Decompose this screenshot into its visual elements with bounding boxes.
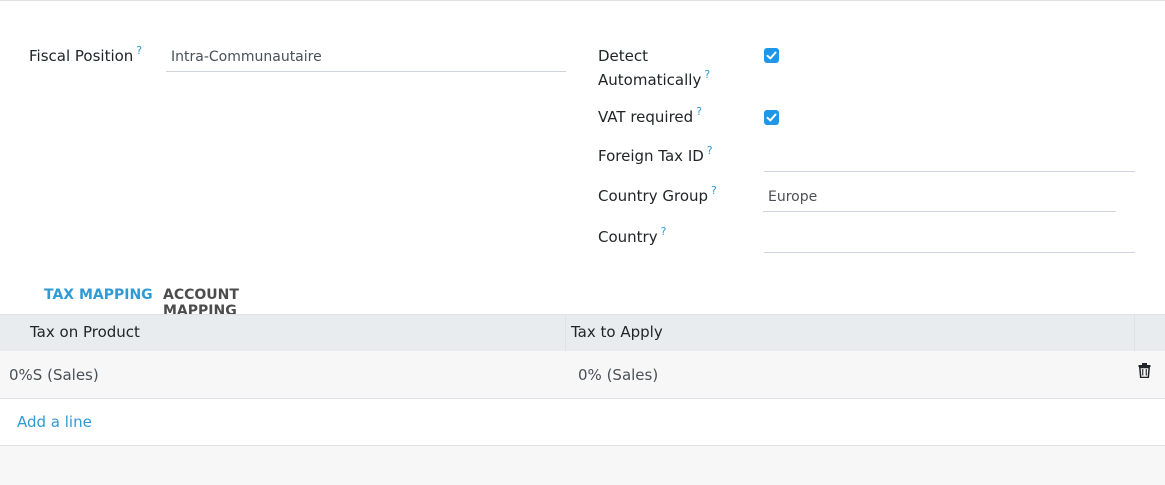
detect-automatically-checkbox[interactable] — [764, 48, 779, 63]
checkmark-icon — [766, 113, 777, 122]
detect-automatically-label: Detect Automatically? — [598, 47, 711, 89]
country-group-input[interactable]: Europe — [763, 184, 1116, 212]
tax-on-product-cell[interactable]: 0%S (Sales) — [9, 351, 99, 399]
column-header-tax-to-apply[interactable]: Tax to Apply — [571, 315, 663, 352]
notebook-tabs: TAX MAPPING ACCOUNT MAPPING — [30, 280, 307, 319]
tax-to-apply-cell[interactable]: 0% (Sales) — [578, 351, 658, 399]
table-footer — [0, 446, 1165, 485]
add-line-row: Add a line — [0, 399, 1165, 446]
trash-icon[interactable] — [1138, 363, 1151, 379]
help-icon[interactable]: ? — [707, 144, 713, 157]
top-divider — [0, 0, 1165, 1]
vat-required-checkbox[interactable] — [764, 110, 779, 125]
table-header: Tax on Product Tax to Apply — [0, 314, 1165, 352]
country-label: Country? — [598, 225, 667, 246]
country-input[interactable] — [764, 225, 1135, 253]
country-group-label: Country Group? — [598, 184, 717, 205]
column-divider — [1134, 315, 1135, 352]
tab-tax-mapping[interactable]: TAX MAPPING — [44, 287, 153, 303]
column-header-tax-on-product[interactable]: Tax on Product — [30, 315, 140, 352]
help-icon[interactable]: ? — [136, 44, 142, 57]
help-icon[interactable]: ? — [661, 225, 667, 238]
help-icon[interactable]: ? — [711, 184, 717, 197]
foreign-tax-id-input[interactable] — [764, 144, 1135, 172]
table-row[interactable]: 0%S (Sales) 0% (Sales) — [0, 351, 1165, 399]
fiscal-position-label: Fiscal Position? — [29, 44, 143, 65]
foreign-tax-id-label: Foreign Tax ID? — [598, 144, 713, 165]
vat-required-label: VAT required? — [598, 105, 703, 126]
help-icon[interactable]: ? — [704, 68, 710, 81]
add-a-line-link[interactable]: Add a line — [17, 399, 92, 445]
help-icon[interactable]: ? — [696, 105, 702, 118]
fiscal-position-input[interactable]: Intra-Communautaire — [166, 44, 566, 72]
column-divider — [565, 315, 566, 352]
checkmark-icon — [766, 51, 777, 60]
